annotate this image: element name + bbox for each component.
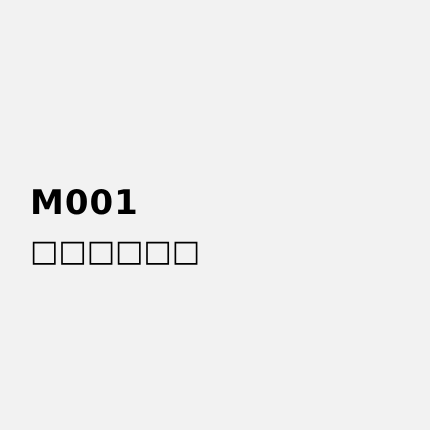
item-name: □□□□□□ [30,234,201,269]
item-code: M001 [30,183,139,223]
item-card: M001 □□□□□□ [30,181,410,271]
